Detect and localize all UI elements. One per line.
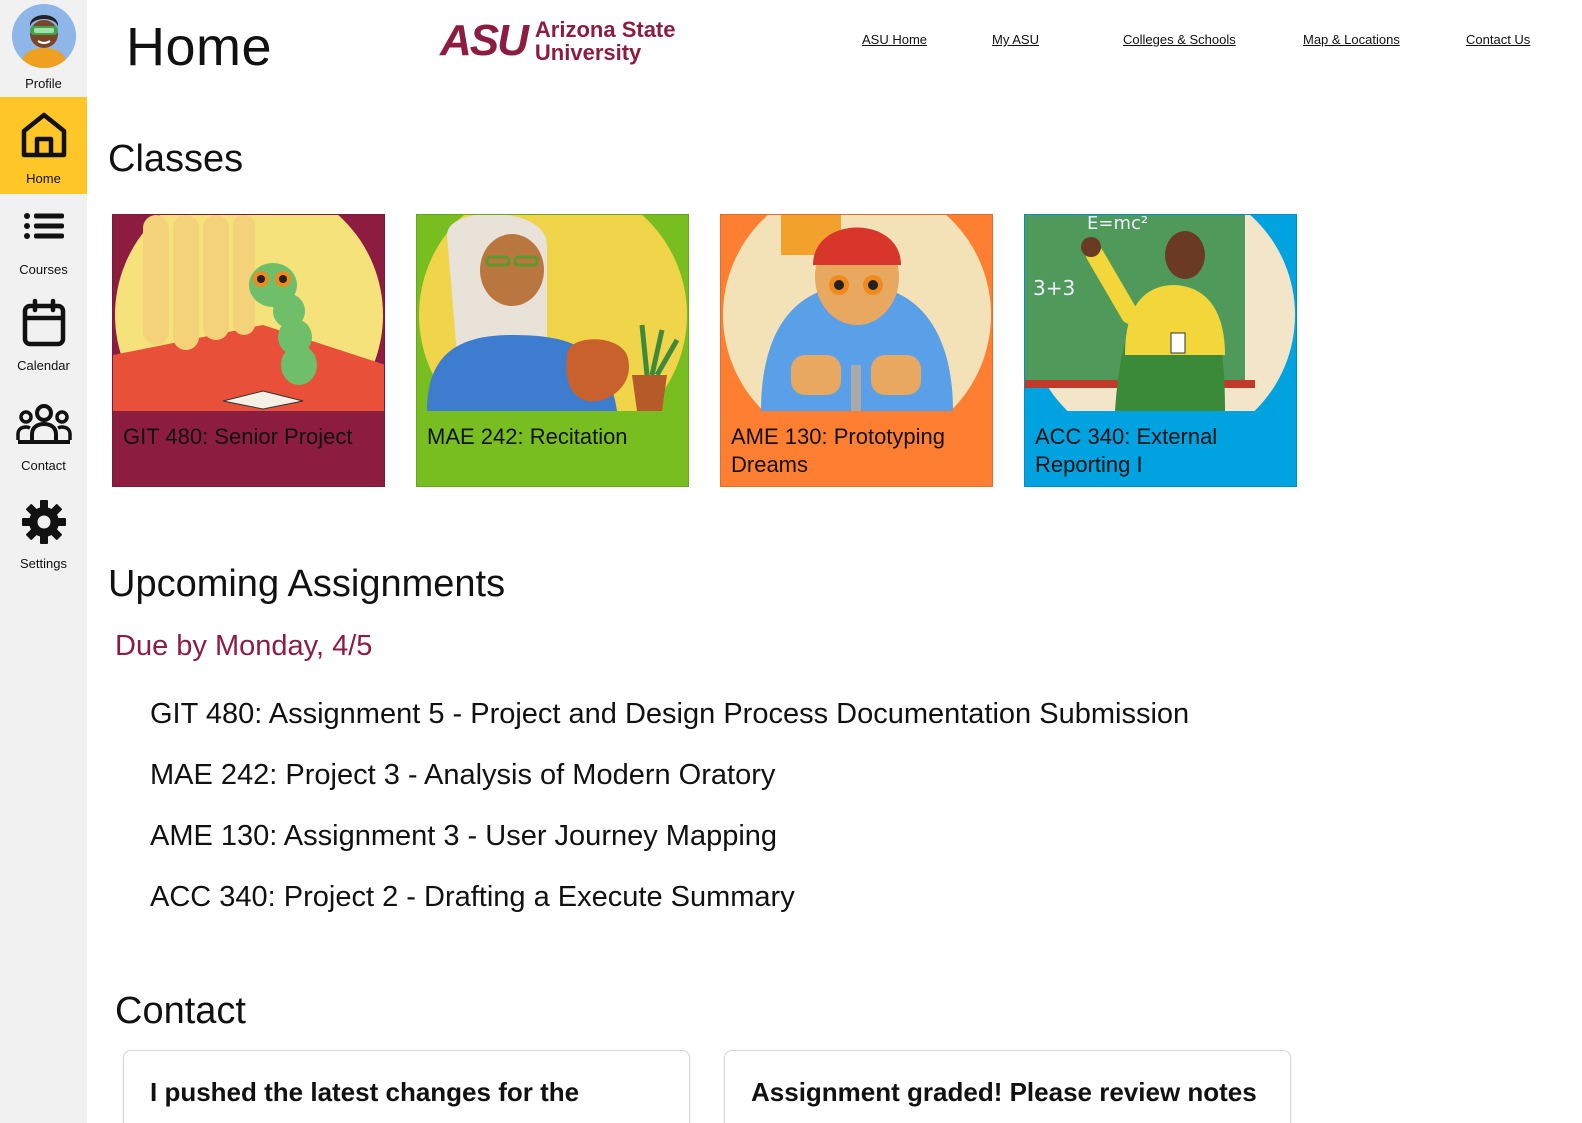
assignment-item[interactable]: ACC 340: Project 2 - Drafting a Execute … xyxy=(150,881,795,914)
sidebar-item-label: Home xyxy=(26,171,61,186)
contact-heading: Contact xyxy=(115,990,246,1032)
message-preview: Assignment graded! Please review notes xyxy=(751,1077,1257,1107)
class-card-label: AME 130: Prototyping Dreams xyxy=(731,424,946,477)
sidebar-item-label: Profile xyxy=(25,76,62,91)
nav-map-locations[interactable]: Map & Locations xyxy=(1303,32,1400,47)
asu-logo[interactable]: ASU Arizona State University xyxy=(440,18,676,64)
sidebar-item-settings[interactable]: Settings xyxy=(0,498,87,576)
sidebar: Profile Home Courses Calendar Contact Se… xyxy=(0,0,87,1123)
svg-text:3+3: 3+3 xyxy=(1033,276,1075,300)
class-card-git480[interactable]: GIT 480: Senior Project xyxy=(112,214,385,487)
message-card[interactable]: I pushed the latest changes for the xyxy=(123,1050,690,1123)
class-card-ame130[interactable]: AME 130: Prototyping Dreams xyxy=(720,214,993,487)
class-card-illustration xyxy=(113,215,384,411)
sidebar-item-profile[interactable]: Profile xyxy=(0,0,87,95)
avatar[interactable] xyxy=(11,4,76,68)
classes-heading: Classes xyxy=(108,138,244,180)
assignments-heading: Upcoming Assignments xyxy=(108,563,506,605)
logo-mark: ASU xyxy=(440,16,529,65)
nav-asu-home[interactable]: ASU Home xyxy=(862,32,927,47)
class-card-mae242[interactable]: MAE 242: Recitation xyxy=(416,214,689,487)
list-icon xyxy=(23,213,64,239)
nav-contact-us[interactable]: Contact Us xyxy=(1466,32,1530,47)
class-card-illustration xyxy=(417,215,688,411)
page-title: Home xyxy=(126,17,273,77)
nav-colleges-schools[interactable]: Colleges & Schools xyxy=(1123,32,1236,47)
sidebar-item-label: Courses xyxy=(19,262,68,277)
nav-my-asu[interactable]: My ASU xyxy=(992,32,1039,47)
gear-icon xyxy=(21,500,66,544)
class-card-label: GIT 480: Senior Project xyxy=(123,424,353,449)
class-card-acc340[interactable]: 3+3 E=mc² ACC 340: External Reporting I xyxy=(1024,214,1297,487)
assignment-item[interactable]: GIT 480: Assignment 5 - Project and Desi… xyxy=(150,698,1189,731)
message-preview: I pushed the latest changes for the xyxy=(150,1077,580,1107)
logo-text: Arizona State University xyxy=(534,17,676,65)
sidebar-item-home[interactable]: Home xyxy=(0,97,87,194)
sidebar-item-label: Settings xyxy=(20,556,67,571)
message-card[interactable]: Assignment graded! Please review notes xyxy=(724,1050,1291,1123)
assignment-item[interactable]: AME 130: Assignment 3 - User Journey Map… xyxy=(150,820,777,853)
class-card-illustration: 3+3 E=mc² xyxy=(1025,215,1296,411)
sidebar-item-courses[interactable]: Courses xyxy=(0,208,87,288)
home-icon xyxy=(21,112,66,158)
svg-text:E=mc²: E=mc² xyxy=(1087,215,1148,234)
people-icon xyxy=(15,404,72,444)
sidebar-item-label: Contact xyxy=(21,458,66,473)
sidebar-item-label: Calendar xyxy=(17,358,70,373)
assignment-item[interactable]: MAE 242: Project 3 - Analysis of Modern … xyxy=(150,759,775,792)
sidebar-item-calendar[interactable]: Calendar xyxy=(0,298,87,380)
class-card-illustration xyxy=(721,215,992,411)
sidebar-item-contact[interactable]: Contact xyxy=(0,402,87,480)
class-card-label: ACC 340: External Reporting I xyxy=(1035,424,1218,477)
calendar-icon xyxy=(22,298,65,347)
class-card-label: MAE 242: Recitation xyxy=(427,424,628,449)
due-date-label: Due by Monday, 4/5 xyxy=(115,630,373,662)
